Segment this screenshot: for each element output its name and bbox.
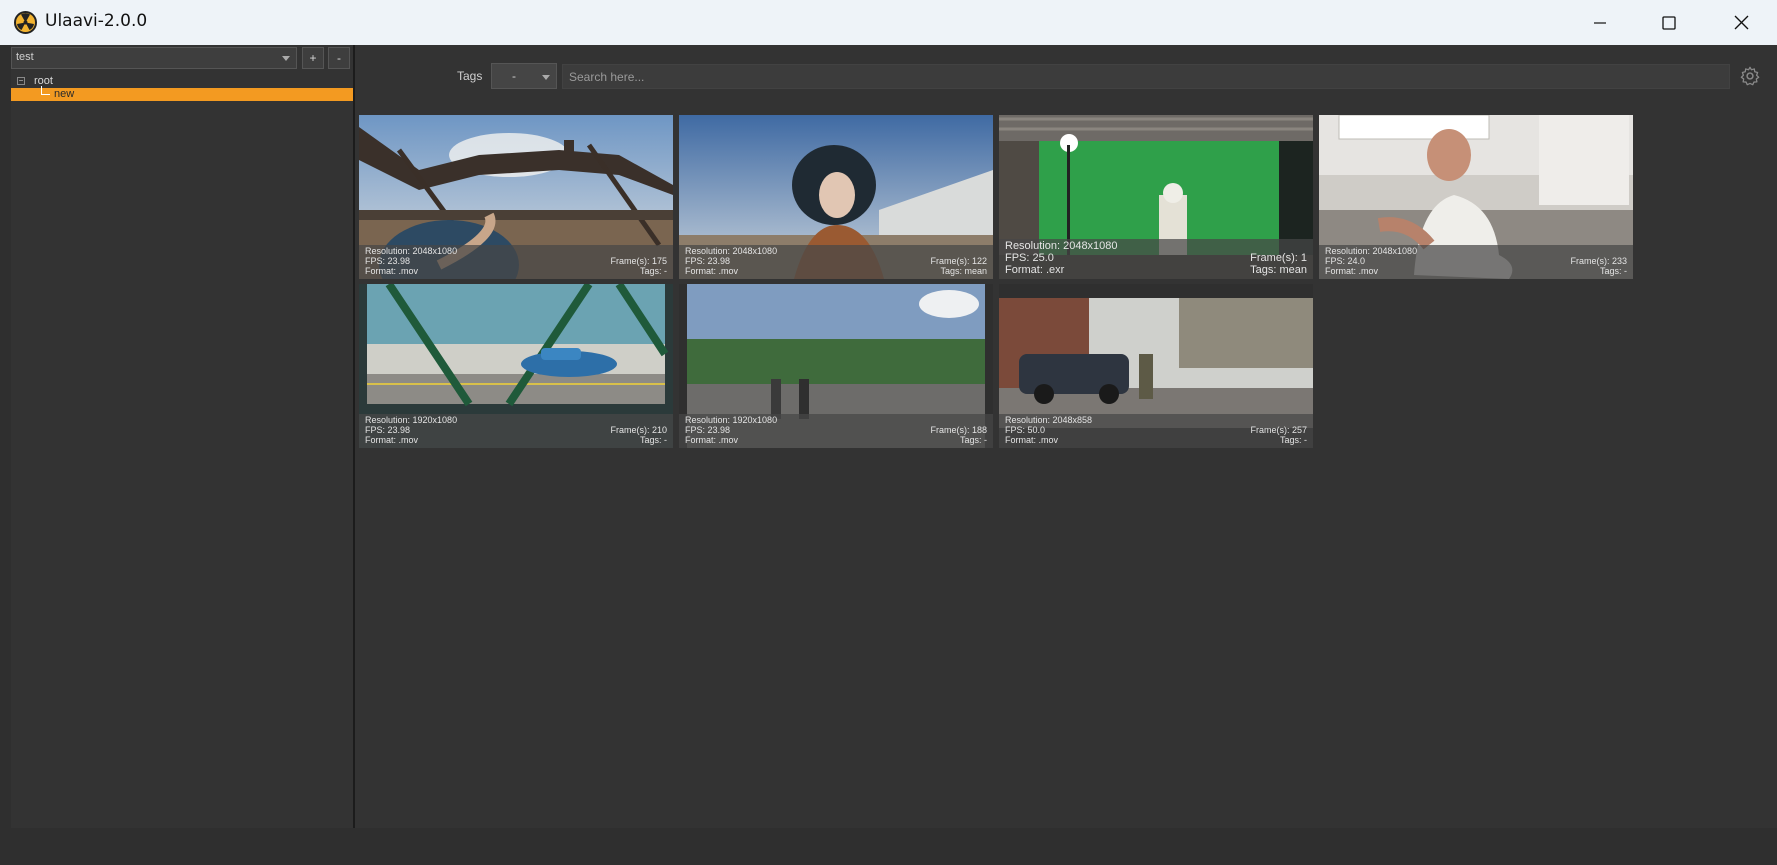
project-panel: test + - − root new [11,45,354,828]
add-project-button[interactable]: + [302,47,324,69]
media-info-left: Resolution: 1920x1080 FPS: 23.98 Format:… [365,415,457,445]
window-title: Ulaavi-2.0.0 [45,11,148,31]
minimize-icon [1594,21,1606,24]
media-card[interactable]: Resolution: 2048x1080 FPS: 23.98 Format:… [359,115,673,279]
media-info-right: Frame(s): 188 Tags: - [930,425,987,445]
fps-text: FPS: 25.0 [1005,252,1054,264]
tags-text: Tags: - [639,435,667,445]
media-info-right: Frame(s): 122 Tags: mean [930,256,987,276]
media-card[interactable]: Resolution: 1920x1080 FPS: 23.98 Format:… [679,284,993,448]
tags-text: Tags: mean [1250,264,1307,276]
collapse-toggle-icon[interactable]: − [17,77,25,85]
tree-item-new[interactable]: new [11,86,354,101]
format-text: Format: .mov [685,266,739,276]
format-text: Format: .mov [1325,266,1379,276]
format-text: Format: .exr [1005,264,1065,276]
media-info-left: Resolution: 2048x1080 FPS: 23.98 Format:… [685,246,777,276]
resolution-text: Resolution: 1920x1080 [365,415,458,425]
fps-text: FPS: 24.0 [1325,256,1366,266]
remove-project-button[interactable]: - [328,47,350,69]
tags-text: Tags: - [639,266,667,276]
media-card[interactable]: Resolution: 2048x1080 FPS: 24.0 Format: … [1319,115,1633,279]
frames-text: Frame(s): 188 [930,425,987,435]
close-button[interactable] [1706,0,1776,45]
media-info-right: Frame(s): 1 Tags: mean [1250,252,1307,276]
app-logo-icon [14,11,37,34]
fps-text: FPS: 50.0 [1005,425,1046,435]
fps-text: FPS: 23.98 [685,256,731,266]
folder-tree: − root new [11,75,354,101]
format-text: Format: .mov [1005,435,1059,445]
resolution-text: Resolution: 2048x1080 [365,246,458,256]
media-info-left: Resolution: 2048x1080 FPS: 24.0 Format: … [1325,246,1417,276]
tags-dropdown[interactable]: - [491,63,557,89]
tree-item-root[interactable]: − root [11,75,354,88]
media-info-right: Frame(s): 175 Tags: - [610,256,667,276]
tags-text: Tags: - [959,435,987,445]
media-card[interactable]: Resolution: 1920x1080 FPS: 23.98 Format:… [359,284,673,448]
format-text: Format: .mov [685,435,739,445]
tree-branch-line [41,86,50,95]
close-icon [1734,15,1748,30]
fps-text: FPS: 23.98 [685,425,731,435]
title-bar: Ulaavi-2.0.0 [0,0,1777,45]
media-info-left: Resolution: 1920x1080 FPS: 23.98 Format:… [685,415,777,445]
media-card[interactable]: Resolution: 2048x858 FPS: 50.0 Format: .… [999,284,1313,448]
format-text: Format: .mov [365,266,419,276]
status-bar [0,828,1777,865]
frames-text: Frame(s): 122 [930,256,987,266]
chevron-down-icon [542,75,550,80]
gear-icon[interactable] [1739,65,1761,87]
tags-label: Tags [457,69,483,83]
tags-dropdown-value: - [512,69,516,83]
media-panel: Tags - Search here... Resolution: 2048x1… [355,45,1777,828]
app-window: Ulaavi-2.0.0 test + - − root new Tags - … [0,0,1777,865]
project-dropdown-value: test [16,51,34,63]
project-dropdown[interactable]: test [11,47,297,69]
media-info-right: Frame(s): 210 Tags: - [610,425,667,445]
search-input[interactable] [562,64,1730,89]
media-info-right: Frame(s): 233 Tags: - [1570,256,1627,276]
media-info-left: Resolution: 2048x1080 FPS: 23.98 Format:… [365,246,457,276]
resolution-text: Resolution: 2048x1080 [685,246,778,256]
tags-text: Tags: - [1279,435,1307,445]
maximize-icon [1662,15,1676,30]
chevron-down-icon [282,56,290,61]
resolution-text: Resolution: 1920x1080 [685,415,778,425]
tags-text: Tags: - [1599,266,1627,276]
resolution-text: Resolution: 2048x1080 [1325,246,1418,256]
tree-item-label: new [54,88,75,100]
format-text: Format: .mov [365,435,419,445]
frames-text: Frame(s): 1 [1250,252,1307,264]
media-card[interactable]: Resolution: 2048x1080 FPS: 25.0 Format: … [999,115,1313,279]
frames-text: Frame(s): 175 [610,256,667,266]
filter-toolbar: Tags - [355,45,1777,111]
resolution-text: Resolution: 2048x1080 [1005,240,1118,252]
maximize-button[interactable] [1634,0,1704,45]
frames-text: Frame(s): 233 [1570,256,1627,266]
frames-text: Frame(s): 210 [610,425,667,435]
resolution-text: Resolution: 2048x858 [1005,415,1093,425]
media-card[interactable]: Resolution: 2048x1080 FPS: 23.98 Format:… [679,115,993,279]
fps-text: FPS: 23.98 [365,256,411,266]
fps-text: FPS: 23.98 [365,425,411,435]
media-info-left: Resolution: 2048x858 FPS: 50.0 Format: .… [1005,415,1092,445]
media-info-right: Frame(s): 257 Tags: - [1250,425,1307,445]
frames-text: Frame(s): 257 [1250,425,1307,435]
tags-text: Tags: mean [940,266,987,276]
minimize-button[interactable] [1565,0,1635,45]
media-info-left: Resolution: 2048x1080 FPS: 25.0 Format: … [1005,240,1118,276]
